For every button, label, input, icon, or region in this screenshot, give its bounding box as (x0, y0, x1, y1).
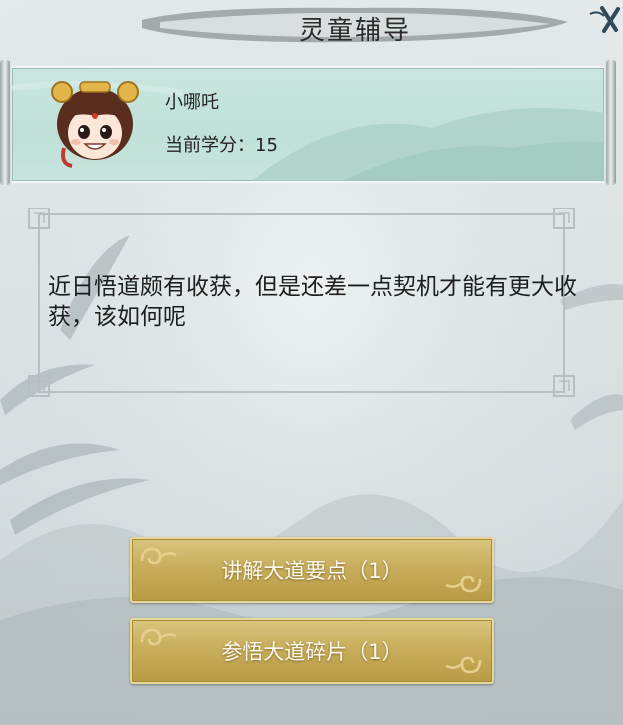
character-avatar[interactable] (50, 78, 140, 168)
nezha-portrait-icon (51, 81, 139, 168)
explain-dao-button[interactable]: 讲解大道要点（1） (130, 537, 494, 603)
comprehend-fragment-button[interactable]: 参悟大道碎片（1） (130, 618, 494, 684)
close-x-icon (589, 6, 620, 33)
scroll-rod-right (606, 60, 616, 185)
scroll-rod-left (0, 60, 10, 185)
option-label: 参悟大道碎片（1） (221, 640, 403, 664)
dialog-text: 近日悟道颇有收获，但是还差一点契机才能有更大收获，该如何呢 (48, 274, 577, 330)
option-label: 讲解大道要点（1） (221, 559, 403, 583)
current-credit: 当前学分：15 (165, 135, 278, 156)
character-name: 小哪吒 (165, 92, 219, 113)
close-button[interactable] (580, 0, 623, 40)
page-title: 灵童辅导 (298, 16, 411, 46)
title-banner: 灵童辅导 (140, 0, 570, 52)
